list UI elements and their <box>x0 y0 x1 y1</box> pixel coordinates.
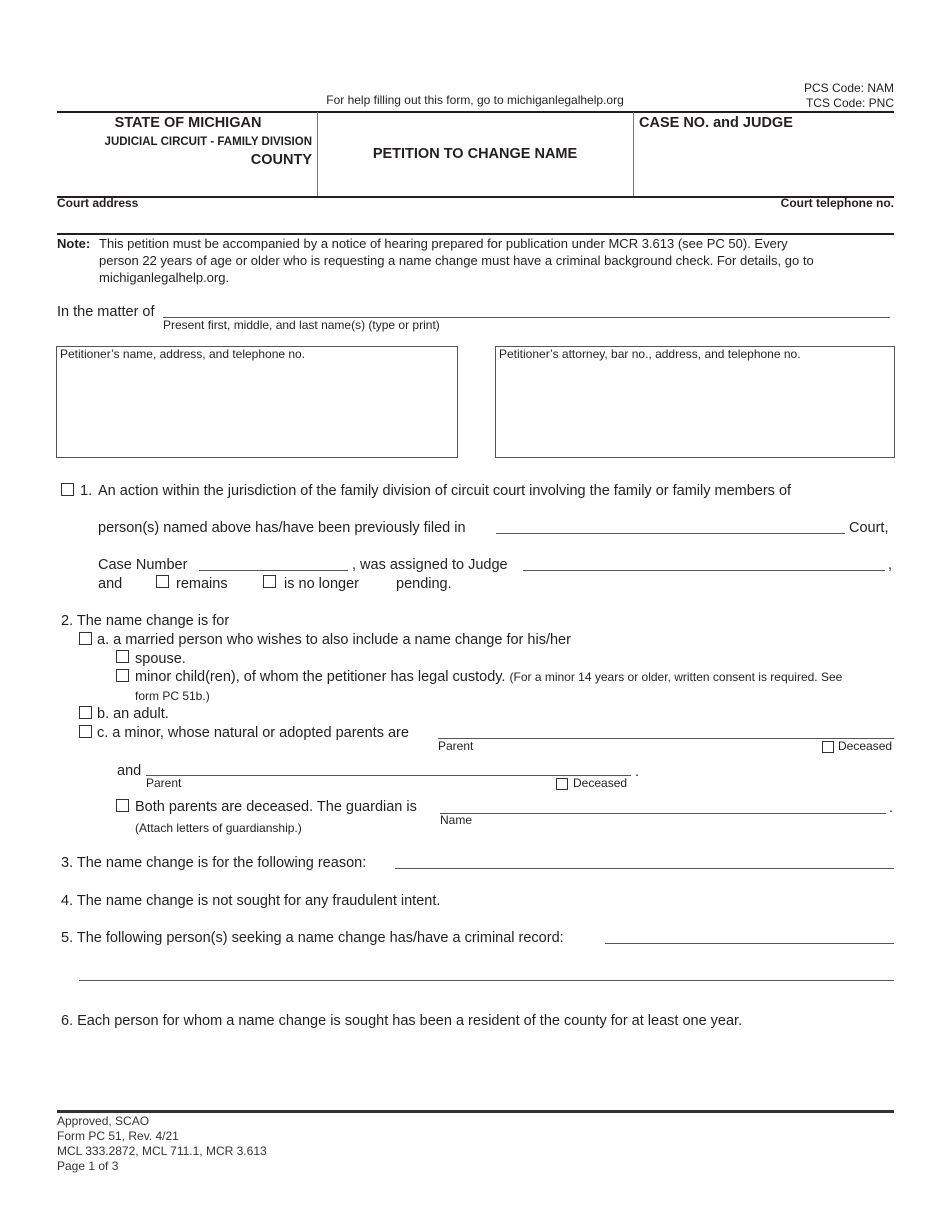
note-line-2: person 22 years of age or older who is r… <box>99 253 814 268</box>
item4-label: 4. The name change is not sought for any… <box>61 893 441 909</box>
note-label: Note: <box>57 236 91 251</box>
court-phone-input[interactable] <box>700 212 898 232</box>
parent1-deceased-checkbox[interactable] <box>822 741 834 753</box>
header-top-rule <box>57 111 894 113</box>
county-label: COUNTY <box>250 152 312 168</box>
minor-children-note-2: form PC 51b.) <box>135 689 210 703</box>
court-address-label: Court address <box>57 196 139 210</box>
pcs-code: PCS Code: NAM <box>803 81 894 95</box>
no-longer-label: is no longer <box>284 576 359 592</box>
parent2-deceased-label: Deceased <box>573 776 628 790</box>
item2b-checkbox[interactable] <box>79 706 92 719</box>
no-longer-checkbox[interactable] <box>263 575 276 588</box>
matter-caption: Present first, middle, and last name(s) … <box>163 318 440 332</box>
judge-label: , was assigned to Judge <box>352 557 508 573</box>
help-text: For help filling out this form, go to mi… <box>326 93 624 107</box>
petitioner-box[interactable]: Petitioner’s name, address, and telephon… <box>56 346 458 458</box>
footer-approved: Approved, SCAO <box>57 1114 150 1128</box>
and-parent-label: and <box>117 763 142 779</box>
item2c-checkbox[interactable] <box>79 725 92 738</box>
both-deceased-checkbox[interactable] <box>116 799 129 812</box>
header-divider-right <box>633 112 634 196</box>
case-no-judge-label: CASE NO. and JUDGE <box>639 115 793 131</box>
case-no-judge-input[interactable] <box>639 140 893 192</box>
attach-note: (Attach letters of guardianship.) <box>135 821 302 835</box>
attorney-box[interactable]: Petitioner’s attorney, bar no., address,… <box>495 346 895 458</box>
minor-children-checkbox[interactable] <box>116 669 129 682</box>
item3-label: 3. The name change is for the following … <box>61 855 367 871</box>
pending-label: pending. <box>396 576 452 592</box>
parent1-underline <box>438 738 894 739</box>
case-number-label: Case Number <box>98 557 188 573</box>
court-division: JUDICIAL CIRCUIT - FAMILY DIVISION <box>104 136 312 148</box>
footer-page: Page 1 of 3 <box>57 1159 119 1173</box>
note-top-rule <box>57 233 894 235</box>
item1-line2-prefix: person(s) named above has/have been prev… <box>98 520 466 536</box>
petitioner-box-label: Petitioner’s name, address, and telephon… <box>60 347 306 361</box>
footer-rule <box>57 1110 894 1113</box>
state-title: STATE OF MICHIGAN <box>114 115 262 131</box>
item1-checkbox[interactable] <box>61 483 74 496</box>
footer-form-rev: Form PC 51, Rev. 4/21 <box>57 1129 179 1143</box>
footer-statutes: MCL 333.2872, MCL 711.1, MCR 3.613 <box>57 1144 267 1158</box>
court-phone-label: Court telephone no. <box>780 196 894 210</box>
criminal-record-underline-2 <box>79 980 894 981</box>
item5-label: 5. The following person(s) seeking a nam… <box>61 930 564 946</box>
previous-court-underline <box>496 533 845 534</box>
reason-underline <box>395 868 894 869</box>
remains-checkbox[interactable] <box>156 575 169 588</box>
case-number-underline <box>199 570 348 571</box>
guardian-period: . <box>889 800 894 816</box>
parent2-caption: Parent <box>146 776 182 790</box>
item2a-checkbox[interactable] <box>79 632 92 645</box>
matter-label: In the matter of <box>57 304 155 320</box>
court-address-input[interactable] <box>57 212 661 232</box>
guardian-underline <box>440 813 886 814</box>
parent1-deceased-label: Deceased <box>838 739 893 753</box>
parent2-underline <box>146 775 631 776</box>
judge-comma: , <box>888 557 893 573</box>
criminal-record-underline-1 <box>605 943 894 944</box>
parent2-deceased-checkbox[interactable] <box>556 778 568 790</box>
minor-children-text: minor child(ren), of whom the petitioner… <box>135 669 506 685</box>
judge-underline <box>523 570 885 571</box>
item2c-label: c. a minor, whose natural or adopted par… <box>97 725 409 741</box>
both-deceased-label: Both parents are deceased. The guardian … <box>135 799 417 815</box>
item1-number: 1. <box>80 483 93 499</box>
item1-court-suffix: Court, <box>849 520 889 536</box>
parent1-caption: Parent <box>438 739 474 753</box>
note-line-3: michiganlegalhelp.org. <box>99 270 230 285</box>
attorney-box-label: Petitioner’s attorney, bar no., address,… <box>499 347 801 361</box>
spouse-label: spouse. <box>135 651 186 667</box>
item1-line1: An action within the jurisdiction of the… <box>98 483 792 499</box>
item2a-label: a. a married person who wishes to also i… <box>97 632 571 648</box>
minor-children-note: (For a minor 14 years or older, written … <box>509 670 843 684</box>
remains-label: remains <box>176 576 228 592</box>
item6-label: 6. Each person for whom a name change is… <box>61 1013 743 1029</box>
note-line-1: This petition must be accompanied by a n… <box>99 236 788 251</box>
minor-children-label: minor child(ren), of whom the petitioner… <box>135 669 842 685</box>
guardian-caption: Name <box>440 813 473 827</box>
item2-header: 2. The name change is for <box>61 613 230 629</box>
and-label: and <box>98 576 123 592</box>
parent2-period: . <box>635 764 640 780</box>
item2b-label: b. an adult. <box>97 706 169 722</box>
spouse-checkbox[interactable] <box>116 650 129 663</box>
tcs-code: TCS Code: PNC <box>805 96 894 110</box>
form-title: PETITION TO CHANGE NAME <box>372 146 578 162</box>
